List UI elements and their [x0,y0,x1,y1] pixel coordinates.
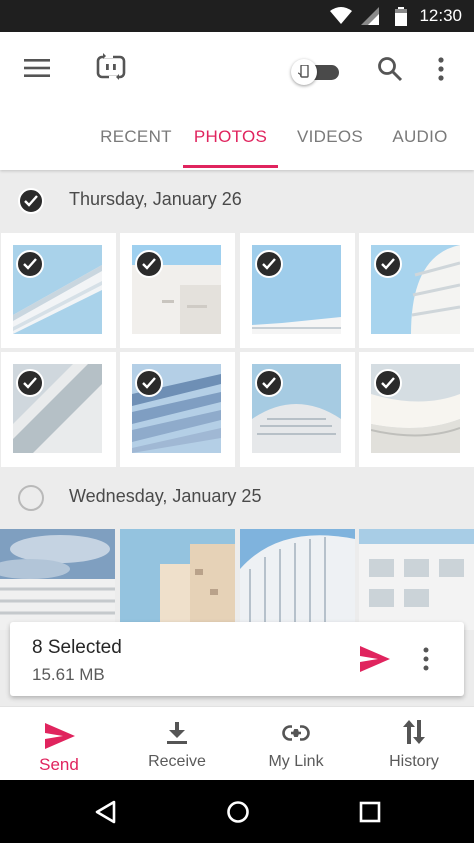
photo-tile[interactable] [240,352,355,467]
photo-thumbnail[interactable] [120,529,235,630]
nav-send-label: Send [39,755,79,774]
photo-select-check[interactable] [255,250,283,278]
download-icon [167,722,187,744]
search-icon[interactable] [377,56,403,82]
photo-thumbnail[interactable] [240,529,355,630]
photo-tile[interactable] [359,352,474,467]
check-icon [381,377,395,389]
signal-icon [361,7,379,25]
photo-tile[interactable] [120,233,235,348]
check-icon [23,258,37,270]
more-vert-icon[interactable] [437,57,445,81]
send-icon[interactable] [360,646,390,672]
nav-my-link[interactable]: My Link [237,707,355,781]
photo-tile[interactable] [1,352,116,467]
selection-bar: 8 Selected 15.61 MB [10,622,464,696]
tab-bar: RECENT PHOTOS VIDEOS AUDIO [0,118,474,170]
group-select-checkbox[interactable] [18,188,44,214]
phone-icon [298,65,309,78]
group-select-checkbox[interactable] [18,485,44,511]
menu-icon[interactable] [24,58,50,78]
status-bar: 12:30 [0,0,474,32]
app-bar: RECENT PHOTOS VIDEOS AUDIO [0,32,474,170]
app-screen: 12:30 RECENT PHOTOS VIDEOS AUDIO Thursda… [0,0,474,843]
device-toggle[interactable] [291,58,341,86]
photo-select-check[interactable] [135,369,163,397]
photo-select-check[interactable] [135,250,163,278]
check-icon [142,377,156,389]
nav-receive[interactable]: Receive [118,707,236,781]
group-date-label: Wednesday, January 25 [69,486,262,506]
photo-select-check[interactable] [255,369,283,397]
app-logo-icon[interactable] [95,52,127,84]
date-group-header[interactable]: Wednesday, January 25 [0,467,474,529]
back-icon[interactable] [94,800,116,824]
date-group-header[interactable]: Thursday, January 26 [0,170,474,232]
photo-select-check[interactable] [374,250,402,278]
tab-audio[interactable]: AUDIO [385,118,455,170]
nav-my-link-label: My Link [268,753,324,770]
photo-thumbnail[interactable] [359,529,474,630]
check-icon [142,258,156,270]
photo-select-check[interactable] [16,250,44,278]
status-time: 12:30 [419,6,462,25]
recents-icon[interactable] [359,801,381,823]
photo-tile[interactable] [359,233,474,348]
swap-vert-icon [403,720,425,744]
check-icon [23,377,37,389]
nav-history-label: History [389,753,439,770]
selected-count: 8 Selected [32,637,122,658]
tab-photos[interactable]: PHOTOS [183,118,278,170]
nav-receive-label: Receive [148,753,206,770]
selected-size: 15.61 MB [32,665,105,684]
photo-select-check[interactable] [374,369,402,397]
nav-history[interactable]: History [355,707,473,781]
link-icon [282,725,310,741]
system-nav-bar [0,780,474,843]
bottom-navigation: Send Receive My Link History [0,706,474,780]
check-icon [381,258,395,270]
more-vert-icon[interactable] [422,647,430,671]
photo-tile[interactable] [1,233,116,348]
check-icon [262,258,276,270]
photo-thumbnail[interactable] [0,529,115,630]
send-icon [45,723,75,749]
group-date-label: Thursday, January 26 [69,189,242,209]
check-icon [262,377,276,389]
tab-recent[interactable]: RECENT [86,118,186,170]
photo-tile[interactable] [120,352,235,467]
home-icon[interactable] [226,800,250,824]
active-tab-indicator [183,165,278,168]
check-icon [24,195,38,207]
tab-videos[interactable]: VIDEOS [290,118,370,170]
wifi-icon [330,7,352,24]
photo-tile[interactable] [240,233,355,348]
photo-select-check[interactable] [16,369,44,397]
battery-icon [395,7,407,26]
nav-send[interactable]: Send [0,707,118,781]
